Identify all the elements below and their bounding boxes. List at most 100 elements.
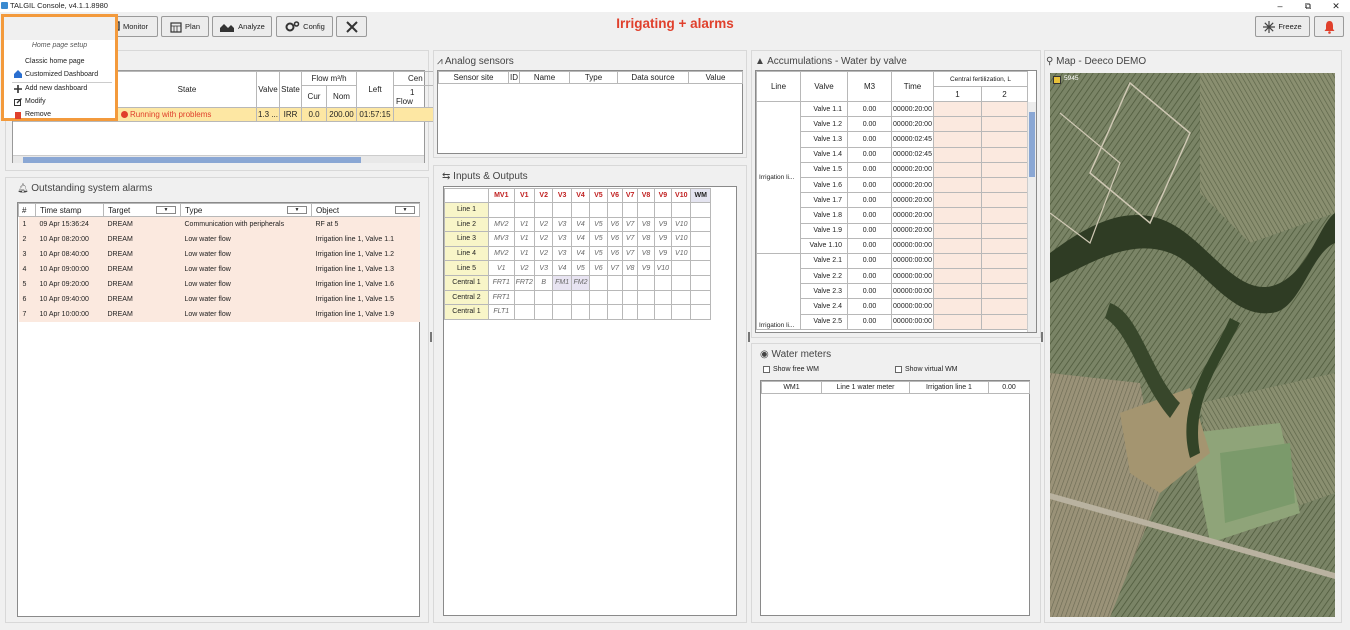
analog-col-type[interactable]: Type	[569, 71, 618, 84]
table-row[interactable]: Irrigation li... Valve 2.1 0.00 00000:00:00	[756, 252, 1028, 330]
io-cell[interactable]: V7	[606, 260, 623, 276]
io-cell[interactable]	[570, 289, 591, 306]
io-cell[interactable]	[513, 202, 536, 218]
io-cell[interactable]: V2	[513, 260, 536, 276]
col-left[interactable]: Left	[356, 71, 394, 108]
io-cell[interactable]: V8	[637, 245, 655, 262]
wm-row[interactable]: WM1 Line 1 water meter Irrigation line 1…	[761, 381, 1030, 394]
io-cell[interactable]	[690, 245, 711, 262]
alarm-col-num[interactable]: #	[18, 203, 36, 217]
io-cell[interactable]: FRT1	[487, 289, 515, 306]
io-cell[interactable]	[637, 289, 655, 306]
io-cell[interactable]	[570, 304, 591, 320]
io-cell[interactable]: MV2	[487, 245, 515, 262]
checkbox-virtual[interactable]	[895, 366, 902, 373]
table-row[interactable]: 2 10 Apr 08:20:00 DREAM Low water flow Irrig…	[18, 231, 420, 247]
io-cell[interactable]: FM2	[570, 274, 591, 291]
filter-dropdown-icon[interactable]: ▼	[395, 206, 415, 214]
io-cell[interactable]: V8	[637, 231, 655, 247]
col-nom[interactable]: Nom	[326, 85, 357, 108]
io-col-header[interactable]: V1	[513, 188, 536, 203]
analog-col-id[interactable]: ID	[508, 71, 520, 84]
io-cell[interactable]	[671, 260, 692, 276]
io-cell[interactable]	[621, 274, 639, 291]
scrollbar-thumb[interactable]	[1029, 112, 1035, 177]
io-col-header[interactable]: MV1	[487, 188, 515, 203]
io-cell[interactable]	[671, 202, 692, 218]
io-row-label[interactable]: Line 2	[444, 216, 489, 233]
io-row-label[interactable]: Line 5	[444, 260, 489, 276]
accum-col-time[interactable]: Time	[891, 71, 934, 102]
io-cell[interactable]: V5	[589, 231, 608, 247]
io-cell[interactable]: V10	[653, 260, 673, 276]
table-row[interactable]: 4 10 Apr 09:00:00 DREAM Low water flow Irrig…	[18, 261, 420, 277]
io-cell[interactable]: V8	[621, 260, 639, 276]
io-cell[interactable]: V4	[570, 216, 591, 233]
io-cell[interactable]: V6	[606, 231, 623, 247]
io-cell[interactable]: V3	[552, 231, 572, 247]
io-cell[interactable]	[653, 202, 673, 218]
menu-item-remove[interactable]: Remove	[25, 111, 51, 118]
io-cell[interactable]: FRT1	[487, 274, 515, 291]
alarm-col-time[interactable]: Time stamp	[35, 203, 104, 217]
io-cell[interactable]	[589, 202, 608, 218]
io-cell[interactable]: B	[533, 274, 554, 291]
io-cell[interactable]: V10	[671, 231, 692, 247]
io-cell[interactable]	[606, 202, 623, 218]
io-cell[interactable]	[552, 289, 572, 306]
io-cell[interactable]	[690, 274, 711, 291]
accum-col-cf1[interactable]: 1	[933, 86, 982, 102]
io-cell[interactable]	[606, 274, 623, 291]
io-cell[interactable]: V2	[533, 231, 554, 247]
accum-col-line[interactable]: Line	[756, 71, 801, 102]
io-cell[interactable]	[552, 202, 572, 218]
close-button[interactable]: ✕	[1326, 0, 1346, 12]
io-row-label[interactable]: Line 1	[444, 202, 489, 218]
alarm-col-object[interactable]: Object ▼	[311, 203, 420, 217]
io-row-label[interactable]: Line 3	[444, 231, 489, 247]
col-state2[interactable]: State	[279, 71, 302, 108]
io-cell[interactable]	[690, 202, 711, 218]
io-cell[interactable]: V4	[570, 245, 591, 262]
io-cell[interactable]	[513, 289, 536, 306]
scrollbar-thumb[interactable]	[23, 157, 361, 163]
io-cell[interactable]	[653, 274, 673, 291]
io-cell[interactable]: V6	[606, 245, 623, 262]
marker-icon[interactable]	[1053, 76, 1061, 84]
io-col-header[interactable]: V2	[533, 188, 554, 203]
analog-col-source[interactable]: Data source	[617, 71, 689, 84]
io-cell[interactable]	[690, 260, 711, 276]
io-col-header[interactable]: V8	[637, 188, 655, 203]
io-cell[interactable]: MV3	[487, 231, 515, 247]
menu-item-customized-dashboard[interactable]: Customized Dashboard	[25, 71, 98, 78]
io-cell[interactable]	[690, 304, 711, 320]
col-valve[interactable]: Valve	[256, 71, 280, 108]
io-cell[interactable]: V4	[552, 260, 572, 276]
io-cell[interactable]: V5	[570, 260, 591, 276]
io-cell[interactable]: V9	[653, 216, 673, 233]
io-cell[interactable]	[589, 274, 608, 291]
table-row[interactable]: Irrigation li... Valve 1.1 0.00 00000:20:00	[756, 100, 1028, 254]
io-cell[interactable]: V1	[487, 260, 515, 276]
accum-col-m3[interactable]: M3	[847, 71, 892, 102]
splitter-handle[interactable]	[1041, 332, 1043, 342]
io-cell[interactable]: V6	[606, 216, 623, 233]
menu-item-classic-home[interactable]: Classic home page	[25, 58, 85, 65]
io-cell[interactable]	[487, 202, 515, 218]
io-cell[interactable]: V8	[637, 216, 655, 233]
map-view[interactable]: 5945	[1050, 73, 1335, 617]
io-cell[interactable]: V6	[589, 260, 608, 276]
io-col-header[interactable]: V10	[671, 188, 692, 203]
io-cell[interactable]	[690, 231, 711, 247]
io-cell[interactable]	[606, 289, 623, 306]
horizontal-scrollbar[interactable]	[13, 155, 424, 163]
io-cell[interactable]: FLT1	[487, 304, 515, 320]
io-cell[interactable]: V2	[533, 216, 554, 233]
io-cell[interactable]: V3	[533, 260, 554, 276]
filter-dropdown-icon[interactable]: ▼	[287, 206, 307, 214]
io-cell[interactable]: V1	[513, 216, 536, 233]
checkbox-free[interactable]	[763, 366, 770, 373]
io-col-header[interactable]: WM	[690, 188, 711, 203]
alarm-col-type[interactable]: Type ▼	[180, 203, 312, 217]
io-cell[interactable]	[671, 274, 692, 291]
